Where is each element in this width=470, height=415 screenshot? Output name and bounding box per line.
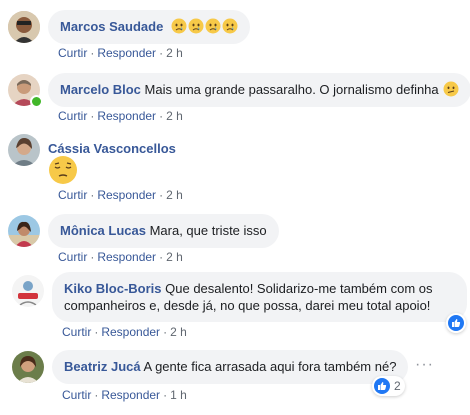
comment-actions: Curtir · Responder · 2 h	[62, 325, 187, 339]
comment-bubble: Mônica Lucas Mara, que triste isso	[48, 214, 279, 248]
comment-time[interactable]: 2 h	[166, 188, 183, 202]
pensive-face-icon	[48, 155, 78, 185]
comment-text: Mara, que triste isso	[149, 223, 267, 238]
avatar[interactable]	[8, 215, 40, 247]
like-link[interactable]: Curtir	[62, 388, 91, 402]
reaction-count[interactable]	[446, 313, 466, 333]
like-icon	[374, 378, 390, 394]
comment-author[interactable]: Marcelo Bloc	[60, 82, 141, 97]
sad-face-icon	[222, 18, 238, 38]
like-icon	[448, 315, 464, 331]
like-link[interactable]: Curtir	[58, 188, 87, 202]
comment-actions: Curtir · Responder · 2 h	[58, 46, 183, 60]
comment-text: Mais uma grande passaralho. O jornalismo…	[144, 82, 439, 97]
comment-bubble: Marcelo Bloc Mais uma grande passaralho.…	[48, 73, 470, 107]
reply-link[interactable]: Responder	[97, 188, 156, 202]
online-status-indicator	[30, 95, 43, 108]
comment-actions: Curtir · Responder · 2 h	[58, 250, 183, 264]
comment-author[interactable]: Beatriz Jucá	[64, 359, 141, 374]
comment-text-line-1: Que desalento! Solidarizo-me também com …	[165, 281, 433, 296]
comment-author[interactable]: Marcos Saudade	[60, 19, 163, 34]
reply-link[interactable]: Responder	[101, 325, 160, 339]
comment-bubble: Beatriz Jucá A gente fica arrasada aqui …	[52, 350, 409, 384]
comment-actions: Curtir · Responder · 2 h	[58, 109, 183, 123]
confused-face-icon	[443, 81, 459, 101]
comment-bubble: Marcos Saudade	[48, 10, 250, 44]
comment-time[interactable]: 2 h	[166, 109, 183, 123]
avatar[interactable]	[8, 11, 40, 43]
comment-actions: Curtir · Responder · 1 h	[62, 388, 187, 402]
comment-author[interactable]: Mônica Lucas	[60, 223, 146, 238]
comment-author[interactable]: Kiko Bloc-Boris	[64, 281, 162, 296]
reaction-count[interactable]: 2	[372, 376, 405, 396]
comment-text: A gente fica arrasada aqui fora também n…	[143, 359, 397, 374]
avatar[interactable]	[12, 275, 44, 307]
more-options-icon[interactable]: ···	[415, 356, 434, 374]
like-link[interactable]: Curtir	[58, 109, 87, 123]
comment-author[interactable]: Cássia Vasconcellos	[48, 141, 176, 156]
avatar[interactable]	[8, 134, 40, 166]
comment-time[interactable]: 2 h	[170, 325, 187, 339]
like-link[interactable]: Curtir	[58, 46, 87, 60]
like-link[interactable]: Curtir	[58, 250, 87, 264]
reaction-count-number: 2	[394, 379, 401, 393]
reply-link[interactable]: Responder	[97, 109, 156, 123]
comment-bubble: Kiko Bloc-Boris Que desalento! Solidariz…	[52, 272, 467, 322]
reply-link[interactable]: Responder	[97, 46, 156, 60]
reply-link[interactable]: Responder	[101, 388, 160, 402]
comment-time[interactable]: 1 h	[170, 388, 187, 402]
avatar[interactable]	[12, 351, 44, 383]
like-link[interactable]: Curtir	[62, 325, 91, 339]
reply-link[interactable]: Responder	[97, 250, 156, 264]
comment-time[interactable]: 2 h	[166, 250, 183, 264]
comment-actions: Curtir · Responder · 2 h	[58, 188, 183, 202]
sad-face-icon	[205, 18, 221, 38]
sad-face-icon	[171, 18, 187, 38]
sad-face-icon	[188, 18, 204, 38]
comment-time[interactable]: 2 h	[166, 46, 183, 60]
comment-text-line-2: companheiros e, desde já, no que possa, …	[64, 298, 431, 313]
